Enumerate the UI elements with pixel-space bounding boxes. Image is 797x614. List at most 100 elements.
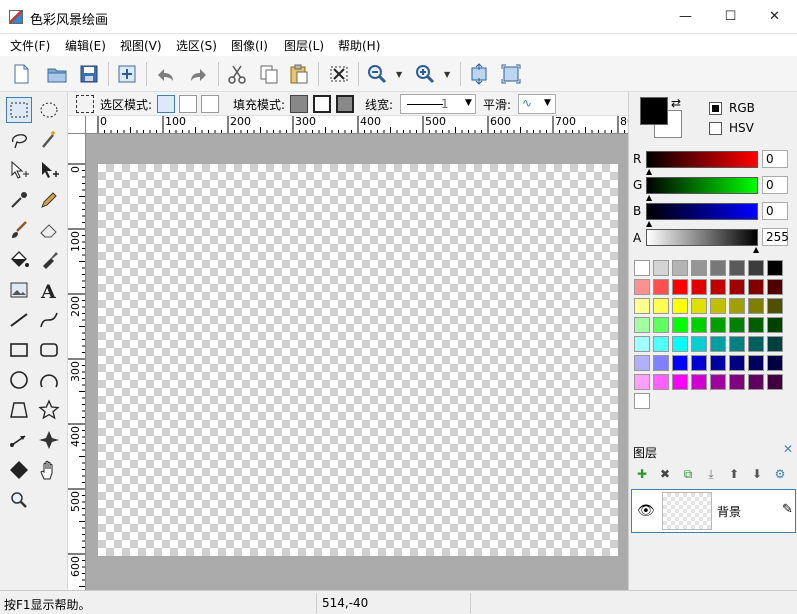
menu-layer[interactable]: 图层(L) [284,37,324,54]
palette-swatch[interactable] [653,279,669,295]
clone-stamp-icon[interactable] [36,247,62,273]
palette-swatch[interactable] [748,317,764,333]
palette-swatch[interactable] [767,317,783,333]
move-pixels-icon[interactable] [36,157,62,183]
new-file-icon[interactable] [8,61,34,87]
lasso-icon[interactable] [6,127,32,153]
palette-swatch[interactable] [653,260,669,276]
delete-layer-icon[interactable]: ✖ [655,464,675,484]
menu-view[interactable]: 视图(V) [120,37,162,54]
palette-swatch[interactable] [729,260,745,276]
duplicate-layer-icon[interactable]: ⧉ [678,464,698,484]
rect-select-icon[interactable] [6,97,32,123]
fill-solid-icon[interactable] [290,95,308,113]
channel-b-slider[interactable] [646,203,758,220]
palette-swatch[interactable] [653,336,669,352]
palette-swatch[interactable] [634,279,650,295]
ellipse-select-icon[interactable] [36,97,62,123]
palette-swatch[interactable] [672,279,688,295]
channel-a-value[interactable]: 255 [762,228,789,246]
move-layer-down-icon[interactable]: ⬇ [747,464,767,484]
palette-swatch[interactable] [653,374,669,390]
palette-swatch[interactable] [691,298,707,314]
minimize-button[interactable]: — [663,0,708,34]
palette-swatch[interactable] [729,336,745,352]
palette-swatch[interactable] [710,336,726,352]
zoom-in-icon[interactable] [412,61,438,87]
shape-fill-icon[interactable] [6,457,32,483]
polygon-tool-icon[interactable] [6,397,32,423]
palette-swatch[interactable] [767,279,783,295]
palette-swatch[interactable] [767,260,783,276]
paste-icon[interactable] [286,61,312,87]
hsv-mode-checkbox[interactable] [709,122,722,135]
layers-close-icon[interactable]: ✕ [783,442,793,456]
menu-select[interactable]: 选区(S) [176,37,217,54]
palette-swatch[interactable] [672,298,688,314]
hand-pan-icon[interactable] [36,457,62,483]
palette-swatch[interactable] [634,317,650,333]
add-layer-icon[interactable]: ✚ [632,464,652,484]
brush-icon[interactable] [6,217,32,243]
palette-swatch[interactable] [672,317,688,333]
palette-swatch[interactable] [691,260,707,276]
palette-swatch[interactable] [729,355,745,371]
redo-icon[interactable] [186,61,212,87]
magic-wand-icon[interactable] [36,127,62,153]
foreground-color-swatch[interactable] [640,97,668,125]
palette-swatch[interactable] [691,336,707,352]
palette-swatch[interactable] [748,298,764,314]
eraser-icon[interactable] [36,217,62,243]
color-picker-icon[interactable] [6,187,32,213]
palette-swatch[interactable] [634,393,650,409]
zoom-tool-icon[interactable] [6,487,32,513]
close-button[interactable]: ✕ [752,0,797,34]
zoom-in-dropdown-icon[interactable]: ▼ [444,70,450,79]
palette-swatch[interactable] [767,298,783,314]
merge-layer-icon[interactable]: ⤓ [701,464,721,484]
channel-r-value[interactable]: 0 [762,150,788,168]
palette-swatch[interactable] [729,298,745,314]
channel-g-slider[interactable] [646,177,758,194]
palette-swatch[interactable] [672,374,688,390]
palette-swatch[interactable] [748,374,764,390]
palette-swatch[interactable] [767,355,783,371]
smooth-select[interactable]: ∿ ▼ [518,94,556,114]
menu-file[interactable]: 文件(F) [10,37,50,54]
line-width-select[interactable]: 1 ▼ [400,94,476,114]
palette-swatch[interactable] [729,279,745,295]
palette-swatch[interactable] [710,260,726,276]
palette-swatch[interactable] [653,355,669,371]
channel-a-slider[interactable] [646,229,758,246]
arrow-tool-icon[interactable] [6,427,32,453]
open-folder-icon[interactable] [44,61,70,87]
palette-swatch[interactable] [748,355,764,371]
resize-canvas-icon[interactable] [114,61,140,87]
paint-bucket-icon[interactable] [6,247,32,273]
channel-b-value[interactable]: 0 [762,202,788,220]
image-icon[interactable] [6,277,32,303]
save-icon[interactable] [76,61,102,87]
pencil-icon[interactable] [36,187,62,213]
palette-swatch[interactable] [691,374,707,390]
selection-replace-icon[interactable] [157,95,175,113]
deselect-icon[interactable] [326,61,352,87]
palette-swatch[interactable] [672,260,688,276]
zoom-out-dropdown-icon[interactable]: ▼ [396,70,402,79]
line-tool-icon[interactable] [6,307,32,333]
palette-swatch[interactable] [634,374,650,390]
gradient-tool-icon[interactable] [36,427,62,453]
palette-swatch[interactable] [767,374,783,390]
drawing-canvas[interactable] [98,164,618,556]
palette-swatch[interactable] [748,336,764,352]
palette-swatch[interactable] [634,355,650,371]
selection-add-icon[interactable] [179,95,197,113]
move-layer-up-icon[interactable]: ⬆ [724,464,744,484]
text-tool-icon[interactable]: A [36,277,62,303]
arc-tool-icon[interactable] [36,367,62,393]
star-tool-icon[interactable] [36,397,62,423]
actual-size-icon[interactable] [498,61,524,87]
rectangle-tool-icon[interactable] [6,337,32,363]
selection-subtract-icon[interactable] [201,95,219,113]
palette-swatch[interactable] [710,374,726,390]
